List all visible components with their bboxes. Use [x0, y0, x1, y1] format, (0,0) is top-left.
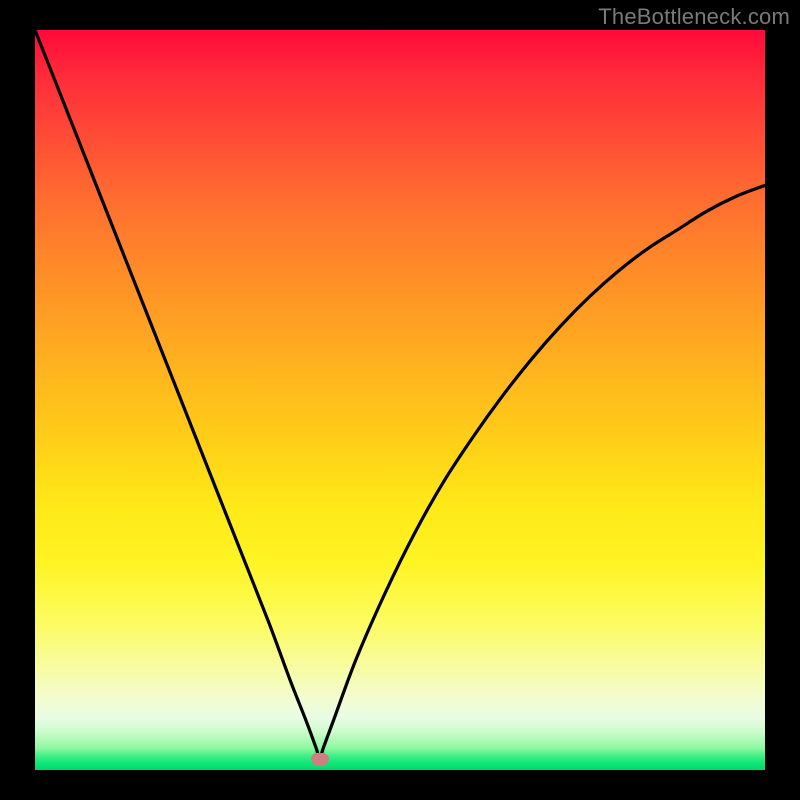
watermark-text: TheBottleneck.com	[598, 4, 790, 30]
chart-frame: TheBottleneck.com	[0, 0, 800, 800]
optimal-point-marker	[311, 753, 329, 765]
plot-area	[35, 30, 765, 770]
bottleneck-curve	[35, 30, 765, 770]
